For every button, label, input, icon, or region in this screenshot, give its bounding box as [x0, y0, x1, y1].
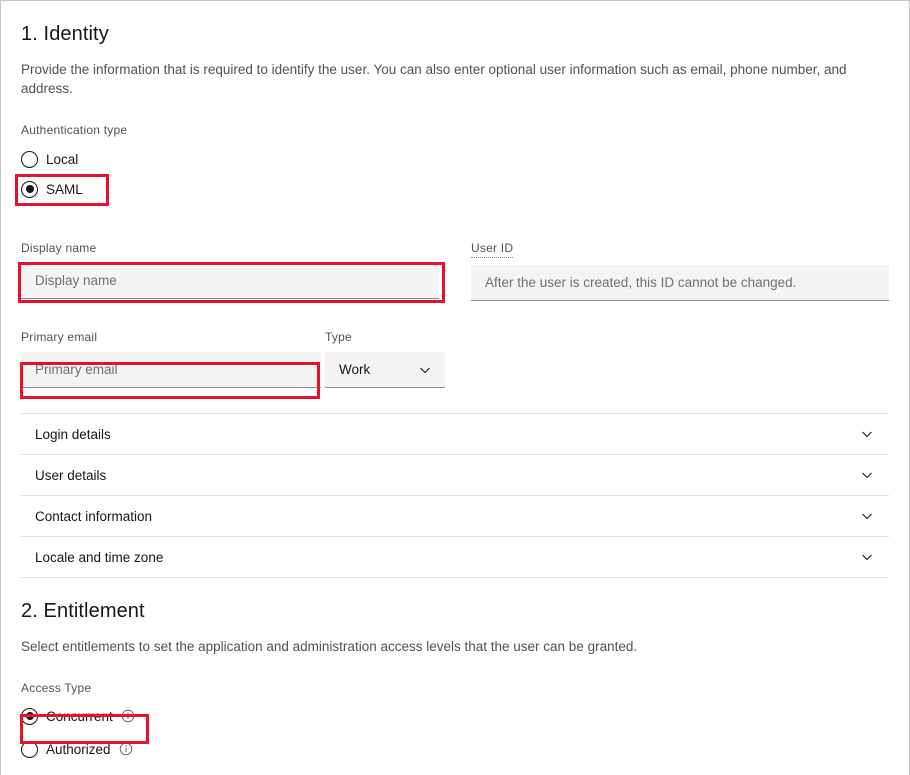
- radio-concurrent-label: Concurrent: [46, 708, 113, 724]
- radio-local-indicator[interactable]: [21, 150, 38, 168]
- identity-heading: 1. Identity: [21, 23, 109, 45]
- radio-saml-label: SAML: [46, 181, 83, 197]
- accordion-row-locale-and-time-zone[interactable]: Locale and time zone: [21, 537, 889, 578]
- user-id-label: User ID: [471, 240, 889, 258]
- display-name-input[interactable]: Display name: [21, 263, 439, 299]
- radio-option-concurrent[interactable]: Concurrent: [21, 703, 889, 729]
- name-id-row: Display name Display name User ID After …: [21, 240, 889, 301]
- radio-concurrent-indicator[interactable]: [21, 707, 38, 725]
- chevron-down-icon[interactable]: [859, 426, 875, 442]
- accordion-row-contact-information[interactable]: Contact information: [21, 496, 889, 537]
- info-icon[interactable]: [119, 742, 133, 756]
- accordion-row-user-details[interactable]: User details: [21, 455, 889, 496]
- entitlement-description: Select entitlements to set the applicati…: [21, 639, 638, 654]
- primary-email-input[interactable]: Primary email: [21, 352, 321, 388]
- identity-section: 1. Identity Provide the information that…: [1, 1, 909, 762]
- authentication-type-label: Authentication type: [21, 123, 128, 137]
- primary-email-label: Primary email: [21, 330, 98, 344]
- entitlement-heading: 2. Entitlement: [21, 600, 145, 622]
- accordion-row-login-details[interactable]: Login details: [21, 414, 889, 455]
- email-type-group: Type Work: [325, 329, 445, 388]
- radio-local-label: Local: [46, 151, 79, 167]
- user-id-placeholder: After the user is created, this ID canno…: [485, 275, 797, 290]
- user-id-group: User ID After the user is created, this …: [471, 240, 889, 301]
- chevron-down-icon[interactable]: [859, 467, 875, 483]
- chevron-down-icon[interactable]: [859, 549, 875, 565]
- primary-email-placeholder: Primary email: [35, 362, 118, 377]
- primary-email-group: Primary email Primary email: [21, 329, 321, 388]
- email-type-select[interactable]: Work: [325, 352, 445, 388]
- radio-authorized-indicator[interactable]: [21, 740, 38, 758]
- access-type-label: Access Type: [21, 681, 92, 695]
- accordion-label-user-details: User details: [35, 467, 107, 483]
- user-id-input[interactable]: After the user is created, this ID canno…: [471, 265, 889, 301]
- radio-saml-indicator[interactable]: [21, 180, 38, 198]
- identity-description: Provide the information that is required…: [21, 62, 847, 96]
- radio-option-local[interactable]: Local: [21, 146, 889, 172]
- accordion-label-contact-information: Contact information: [35, 508, 153, 524]
- display-name-label: Display name: [21, 241, 97, 255]
- radio-authorized-label: Authorized: [46, 741, 111, 757]
- identity-accordion: Login details User details Contact infor…: [21, 413, 889, 578]
- user-creation-form-panel: 1. Identity Provide the information that…: [0, 0, 910, 775]
- email-type-value: Work: [339, 362, 371, 377]
- display-name-placeholder: Display name: [35, 273, 117, 288]
- email-type-label: Type: [325, 330, 352, 344]
- accordion-label-login-details: Login details: [35, 426, 111, 442]
- display-name-group: Display name Display name: [21, 240, 439, 301]
- email-row: Primary email Primary email Type Work: [21, 329, 889, 388]
- chevron-down-icon[interactable]: [859, 508, 875, 524]
- radio-option-authorized[interactable]: Authorized: [21, 736, 889, 762]
- accordion-label-locale-and-time-zone: Locale and time zone: [35, 549, 164, 565]
- chevron-down-icon: [420, 367, 430, 373]
- info-icon[interactable]: [121, 709, 135, 723]
- radio-option-saml[interactable]: SAML: [21, 176, 889, 202]
- user-id-label-text[interactable]: User ID: [471, 240, 514, 258]
